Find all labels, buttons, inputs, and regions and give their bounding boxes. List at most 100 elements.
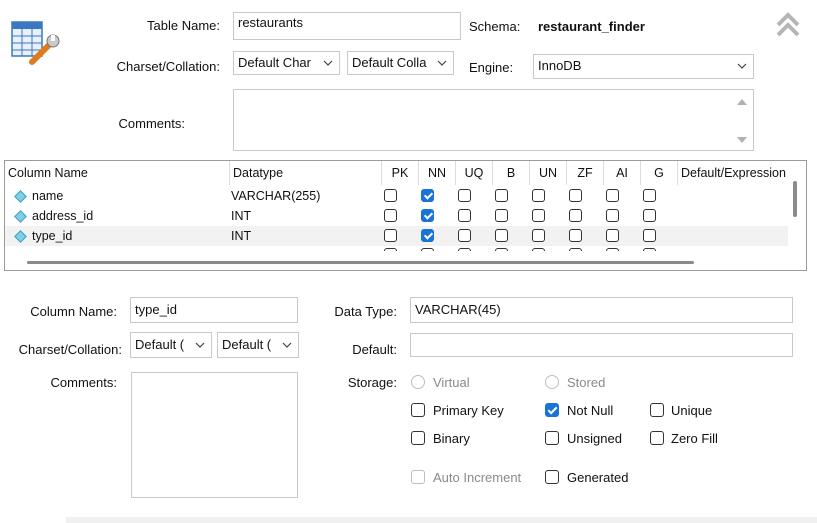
auto-increment-checkbox[interactable]: [411, 470, 425, 484]
uq-checkbox[interactable]: [458, 229, 471, 242]
un-checkbox[interactable]: [532, 209, 545, 222]
engine-select[interactable]: InnoDB: [533, 54, 754, 79]
collation-value: Default Colla: [352, 55, 427, 70]
nn-checkbox[interactable]: [421, 209, 434, 222]
checkbox-partial: [495, 248, 508, 251]
nn-checkbox[interactable]: [421, 189, 434, 202]
column-name-label: Column Name:: [30, 304, 117, 319]
scroll-down-icon[interactable]: [736, 133, 748, 143]
ai-checkbox[interactable]: [606, 189, 619, 202]
checkbox-partial: [643, 248, 656, 251]
uq-checkbox[interactable]: [458, 209, 471, 222]
virtual-radio[interactable]: [411, 375, 425, 389]
pk-checkbox[interactable]: [384, 229, 397, 242]
unsigned-checkbox[interactable]: [545, 431, 559, 445]
grid-header-nn[interactable]: NN: [419, 161, 456, 185]
zf-checkbox[interactable]: [569, 209, 582, 222]
pk-checkbox[interactable]: [384, 209, 397, 222]
table-row[interactable]: address_id INT: [5, 206, 788, 226]
b-checkbox[interactable]: [495, 229, 508, 242]
schema-label: Schema:: [469, 19, 521, 34]
checkbox-partial: [532, 248, 545, 251]
column-collation-select[interactable]: Default (: [217, 332, 299, 358]
ai-checkbox[interactable]: [606, 209, 619, 222]
not-null-label: Not Null: [567, 403, 614, 418]
datatype-cell[interactable]: VARCHAR(255): [231, 186, 320, 206]
primary-key-checkbox[interactable]: [411, 403, 425, 417]
virtual-label: Virtual: [433, 375, 470, 390]
column-collation-value: Default (: [222, 337, 272, 352]
checkbox-partial: [569, 248, 582, 251]
zero-fill-label: Zero Fill: [671, 431, 718, 446]
grid-header-zf[interactable]: ZF: [567, 161, 604, 185]
uq-checkbox[interactable]: [458, 189, 471, 202]
grid-header-column-name[interactable]: Column Name: [5, 161, 230, 185]
column-name-cell[interactable]: name: [32, 186, 63, 206]
column-name-cell[interactable]: type_id: [32, 226, 72, 246]
grid-vertical-scrollbar[interactable]: [793, 181, 797, 217]
grid-header-datatype[interactable]: Datatype: [230, 161, 382, 185]
unique-checkbox[interactable]: [650, 403, 664, 417]
un-checkbox[interactable]: [532, 189, 545, 202]
checkbox-partial: [606, 248, 619, 251]
datatype-cell[interactable]: INT: [231, 206, 251, 226]
column-diamond-icon: [14, 210, 27, 223]
g-checkbox[interactable]: [643, 209, 656, 222]
storage-label: Storage:: [347, 375, 397, 390]
columns-grid[interactable]: Column Name Datatype PK NN UQ B UN ZF AI…: [4, 160, 807, 271]
chevron-down-icon: [437, 52, 447, 74]
zf-checkbox[interactable]: [569, 229, 582, 242]
g-checkbox[interactable]: [643, 189, 656, 202]
generated-checkbox[interactable]: [545, 470, 559, 484]
table-name-input[interactable]: restaurants: [233, 12, 461, 40]
grid-header-pk[interactable]: PK: [382, 161, 419, 185]
table-row-partial: [5, 246, 788, 251]
bottom-divider: [66, 517, 817, 523]
checkbox-partial: [384, 248, 397, 251]
zero-fill-checkbox[interactable]: [650, 431, 664, 445]
grid-header-uq[interactable]: UQ: [456, 161, 493, 185]
collapse-icon[interactable]: [775, 11, 801, 39]
stored-radio[interactable]: [545, 375, 559, 389]
table-comments-textarea[interactable]: [233, 89, 754, 151]
collation-select[interactable]: Default Colla: [347, 51, 454, 75]
default-input[interactable]: [410, 333, 793, 357]
charset-value: Default Char: [238, 55, 311, 70]
data-type-input[interactable]: VARCHAR(45): [410, 297, 793, 323]
column-comments-textarea[interactable]: [131, 372, 298, 498]
un-checkbox[interactable]: [532, 229, 545, 242]
grid-header-ai[interactable]: AI: [604, 161, 641, 185]
b-checkbox[interactable]: [495, 209, 508, 222]
column-name-input[interactable]: type_id: [130, 297, 298, 323]
b-checkbox[interactable]: [495, 189, 508, 202]
nn-checkbox[interactable]: [421, 229, 434, 242]
grid-header-default[interactable]: Default/Expression: [678, 161, 788, 185]
grid-horizontal-scrollbar[interactable]: [27, 261, 694, 264]
stored-label: Stored: [567, 375, 606, 390]
grid-header-g[interactable]: G: [641, 161, 678, 185]
zf-checkbox[interactable]: [569, 189, 582, 202]
pk-checkbox[interactable]: [384, 189, 397, 202]
not-null-checkbox[interactable]: [545, 403, 559, 417]
column-name-cell[interactable]: address_id: [32, 206, 93, 226]
table-row[interactable]: name VARCHAR(255): [5, 186, 788, 206]
binary-checkbox[interactable]: [411, 431, 425, 445]
engine-label: Engine:: [469, 60, 514, 75]
primary-key-label: Primary Key: [433, 403, 504, 418]
ai-checkbox[interactable]: [606, 229, 619, 242]
table-row-selected[interactable]: type_id INT: [5, 226, 788, 246]
grid-header-un[interactable]: UN: [530, 161, 567, 185]
default-label: Default:: [352, 342, 397, 357]
datatype-cell[interactable]: INT: [231, 226, 251, 246]
unique-label: Unique: [671, 403, 713, 418]
g-checkbox[interactable]: [643, 229, 656, 242]
binary-label: Binary: [433, 431, 470, 446]
charset-select[interactable]: Default Char: [233, 51, 340, 75]
checkbox-partial: [458, 248, 471, 251]
grid-header-b[interactable]: B: [493, 161, 530, 185]
scroll-up-icon[interactable]: [736, 95, 748, 105]
chevron-down-icon: [323, 52, 333, 74]
column-charset-select[interactable]: Default (: [130, 332, 212, 358]
column-comments-label: Comments:: [50, 375, 117, 390]
chevron-down-icon: [737, 55, 747, 77]
